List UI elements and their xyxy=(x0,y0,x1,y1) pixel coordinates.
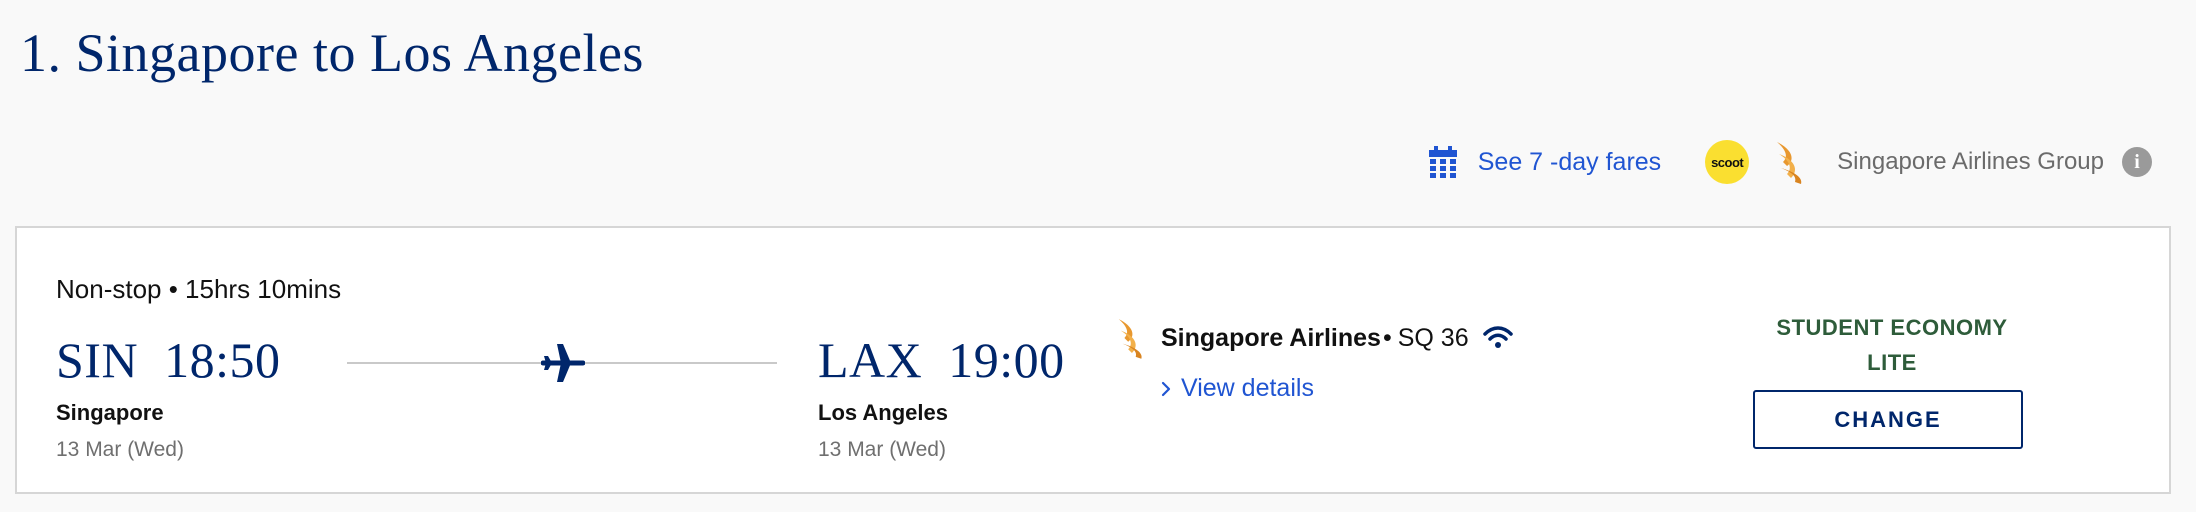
chevron-right-icon xyxy=(1161,381,1171,396)
arrival-date: 13 Mar (Wed) xyxy=(818,438,946,461)
departure-code-time: SIN 18:50 xyxy=(56,332,281,388)
departure-city: Singapore xyxy=(56,400,164,425)
fare-selection: STUDENT ECONOMY LITE CHANGE xyxy=(1739,310,2045,449)
departure-info: SIN 18:50 Singapore 13 Mar (Wed) xyxy=(56,334,280,462)
operating-carrier: Singapore Airlines • SQ 36 View details xyxy=(1115,316,1513,403)
airline-group-label: Singapore Airlines Group xyxy=(1837,148,2104,175)
plane-icon xyxy=(541,344,585,382)
seven-day-fares-label: See 7 -day fares xyxy=(1477,147,1662,176)
flight-card: Non-stop • 15hrs 10mins SIN 18:50 Singap… xyxy=(15,226,2171,494)
view-details-link[interactable]: View details xyxy=(1160,374,1513,403)
calendar-icon xyxy=(1428,146,1457,178)
fare-name-line1: STUDENT ECONOMY xyxy=(1776,315,2008,340)
arrival-code-time: LAX 19:00 xyxy=(818,332,1065,388)
airline-group-brands: scoot Singapore Airlines Group i xyxy=(1705,140,2152,184)
flight-number: SQ 36 xyxy=(1397,323,1469,352)
info-icon[interactable]: i xyxy=(2122,147,2152,177)
singapore-airlines-logo xyxy=(1118,319,1142,359)
flight-toolbar: See 7 -day fares scoot Singapore Airline… xyxy=(1428,140,2152,184)
fare-name-line2: LITE xyxy=(1867,350,1917,375)
seven-day-fares-link[interactable]: See 7 -day fares xyxy=(1428,146,1661,178)
flight-selection-page: 1. Singapore to Los Angeles See 7 -day f… xyxy=(0,0,2196,512)
singapore-airlines-logo xyxy=(1777,142,1802,184)
separator-dot: • xyxy=(1382,323,1392,352)
arrival-info: LAX 19:00 Los Angeles 13 Mar (Wed) xyxy=(818,334,1065,462)
wifi-icon xyxy=(1482,326,1513,348)
scoot-logo: scoot xyxy=(1705,140,1750,184)
change-fare-button[interactable]: CHANGE xyxy=(1753,390,2023,449)
arrival-city: Los Angeles xyxy=(818,400,948,425)
airline-name: Singapore Airlines xyxy=(1161,323,1381,352)
view-details-label: View details xyxy=(1181,374,1314,402)
flight-summary: Non-stop • 15hrs 10mins xyxy=(56,274,342,304)
page-title: 1. Singapore to Los Angeles xyxy=(20,23,644,83)
departure-date: 13 Mar (Wed) xyxy=(56,438,184,461)
